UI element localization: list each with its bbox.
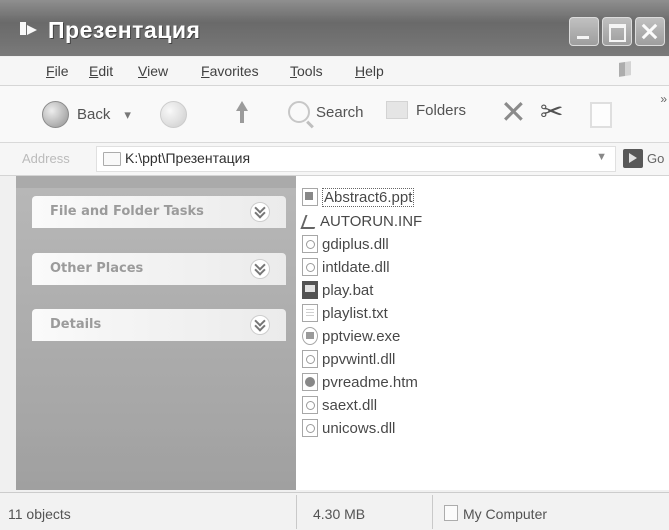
back-button[interactable]: Back ▾ [42, 101, 131, 128]
file-name: AUTORUN.INF [320, 212, 423, 230]
file-item[interactable]: AUTORUN.INF [302, 210, 422, 232]
copy-button[interactable] [590, 102, 612, 128]
up-arrow-icon [230, 101, 252, 125]
dll-file-icon [302, 396, 318, 414]
folders-button[interactable]: Folders [386, 101, 466, 119]
window-controls [569, 17, 665, 46]
task-section-details[interactable]: Details [32, 309, 286, 341]
window-icon [20, 22, 40, 35]
scissors-icon: ✂ [540, 96, 564, 127]
copy-icon [590, 102, 612, 128]
exe-file-icon [302, 327, 318, 345]
go-button[interactable]: Go [647, 151, 664, 166]
address-label: Address [22, 151, 70, 166]
file-name: pptview.exe [322, 327, 401, 345]
task-section-title: File and Folder Tasks [50, 204, 204, 219]
computer-icon [444, 505, 458, 521]
file-name: unicows.dll [322, 419, 396, 437]
file-name: play.bat [322, 281, 374, 299]
address-field[interactable]: K:\ppt\Презентация ▼ [96, 146, 616, 172]
task-pane: File and Folder Tasks Other Places Detai… [16, 176, 296, 490]
file-name: intldate.dll [322, 258, 390, 276]
menu-view[interactable]: View [138, 63, 168, 79]
forward-button[interactable] [160, 101, 187, 128]
menu-tools[interactable]: Tools [290, 63, 323, 79]
menu-bar: File Edit View Favorites Tools Help [0, 57, 669, 86]
menu-favorites[interactable]: Favorites [201, 63, 259, 79]
task-section-title: Other Places [50, 261, 144, 276]
go-arrow-icon[interactable] [623, 149, 643, 168]
dll-file-icon [302, 235, 318, 253]
status-divider [432, 495, 433, 529]
windows-flag-icon [617, 60, 633, 80]
file-name: gdiplus.dll [322, 235, 389, 253]
close-button[interactable] [635, 17, 665, 46]
status-object-count: 11 objects [8, 506, 71, 522]
task-section-title: Details [50, 317, 102, 332]
txt-file-icon [302, 304, 318, 322]
back-label: Back [77, 106, 111, 123]
file-item[interactable]: ppvwintl.dll [302, 348, 395, 370]
file-name: ppvwintl.dll [322, 350, 396, 368]
expand-chevron-icon[interactable] [250, 202, 270, 222]
title-bar[interactable]: Презентация [0, 0, 669, 56]
file-item[interactable]: playlist.txt [302, 302, 388, 324]
delete-x-icon: ✕ [500, 94, 527, 130]
inf-file-icon [302, 213, 316, 229]
explorer-window: Презентация File Edit View Favorites Too… [0, 0, 669, 530]
status-bar: 11 objects 4.30 MB My Computer [0, 492, 669, 530]
window-title: Презентация [48, 17, 201, 43]
address-dropdown-icon[interactable]: ▼ [596, 151, 607, 163]
file-name: Abstract6.ppt [322, 187, 415, 207]
file-name: playlist.txt [322, 304, 388, 322]
dll-file-icon [302, 419, 318, 437]
back-arrow-icon [42, 101, 69, 128]
file-list: Abstract6.ppt AUTORUN.INF gdiplus.dll in… [296, 176, 669, 490]
toolbar: Back ▾ Search Folders ✕ ✂ » [0, 86, 669, 143]
cut-button[interactable]: ✂ [540, 98, 563, 126]
file-name: saext.dll [322, 396, 378, 414]
task-section-file-folder[interactable]: File and Folder Tasks [32, 196, 286, 228]
menu-edit[interactable]: Edit [89, 63, 113, 79]
expand-chevron-icon[interactable] [250, 259, 270, 279]
bat-file-icon [302, 281, 318, 299]
file-item[interactable]: pvreadme.htm [302, 371, 418, 393]
ppt-file-icon [302, 188, 318, 206]
search-icon [288, 101, 310, 123]
dll-file-icon [302, 258, 318, 276]
status-location: My Computer [463, 506, 548, 522]
delete-button[interactable]: ✕ [500, 96, 527, 128]
file-item[interactable]: pptview.exe [302, 325, 400, 347]
file-item[interactable]: gdiplus.dll [302, 233, 389, 255]
htm-file-icon [302, 373, 318, 391]
search-button[interactable]: Search [288, 101, 364, 123]
status-divider [296, 495, 297, 529]
status-size: 4.30 MB [313, 506, 366, 522]
minimize-button[interactable] [569, 17, 599, 46]
maximize-button[interactable] [602, 17, 632, 46]
menu-help[interactable]: Help [355, 63, 384, 79]
address-bar: Address K:\ppt\Презентация ▼ Go [0, 143, 669, 176]
file-name: pvreadme.htm [322, 373, 418, 391]
menu-file[interactable]: File [46, 63, 69, 79]
file-item[interactable]: play.bat [302, 279, 373, 301]
file-item[interactable]: unicows.dll [302, 417, 395, 439]
file-item[interactable]: Abstract6.ppt [302, 186, 415, 208]
folder-icon [103, 152, 121, 166]
back-dropdown-icon[interactable]: ▾ [124, 107, 131, 123]
dll-file-icon [302, 350, 318, 368]
up-folder-button[interactable] [230, 101, 252, 125]
expand-chevron-icon[interactable] [250, 315, 270, 335]
folders-label: Folders [416, 101, 467, 119]
folders-icon [386, 101, 408, 119]
file-item[interactable]: saext.dll [302, 394, 377, 416]
address-path: K:\ppt\Презентация [125, 150, 251, 166]
search-label: Search [316, 103, 364, 121]
file-item[interactable]: intldate.dll [302, 256, 390, 278]
task-pane-header [16, 176, 296, 188]
toolbar-overflow-icon[interactable]: » [660, 92, 667, 106]
forward-arrow-icon [160, 101, 187, 128]
task-section-other-places[interactable]: Other Places [32, 253, 286, 285]
